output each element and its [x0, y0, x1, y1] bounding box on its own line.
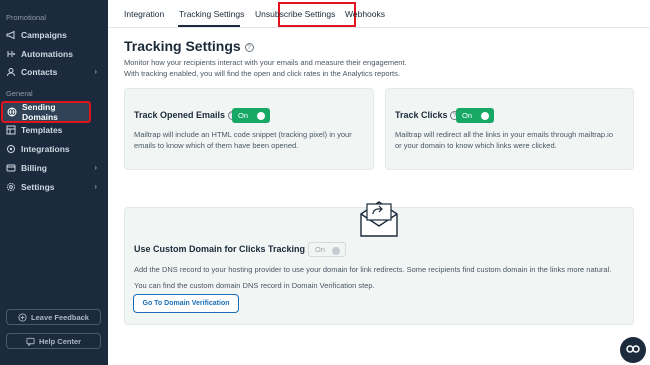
toggle-label: On [315, 245, 326, 254]
sidebar-item-contacts[interactable]: Contacts › [2, 63, 102, 81]
help-icon[interactable]: ? [244, 42, 254, 52]
track-opened-toggle[interactable]: On [232, 108, 270, 123]
sidebar-item-label: Settings [21, 182, 55, 192]
chat-icon [626, 341, 640, 359]
track-clicks-toggle[interactable]: On [456, 108, 494, 123]
custom-domain-title: Use Custom Domain for Clicks Tracking ? [134, 244, 317, 255]
custom-domain-toggle[interactable]: On [308, 242, 346, 257]
intro-text-line2: With tracking enabled, you will find the… [124, 69, 400, 78]
tab-tracking-settings[interactable]: Tracking Settings [179, 9, 244, 19]
megaphone-icon [6, 30, 16, 40]
track-clicks-title-text: Track Clicks [395, 110, 448, 120]
help-center-button[interactable]: Help Center [6, 333, 101, 349]
sidebar-item-label: Sending Domains [22, 102, 58, 122]
help-center-label: Help Center [38, 336, 82, 346]
globe-icon [7, 107, 17, 117]
sidebar-item-campaigns[interactable]: Campaigns [2, 26, 102, 44]
page-title-text: Tracking Settings [124, 38, 241, 54]
chat-bubble-icon [26, 337, 35, 346]
section-label-promotional: Promotional [6, 13, 47, 22]
tab-webhooks[interactable]: Webhooks [345, 9, 385, 19]
page-title: Tracking Settings ? [124, 38, 254, 54]
track-clicks-title: Track Clicks ? [395, 110, 460, 121]
sidebar-item-label: Integrations [21, 144, 70, 154]
sidebar-item-label: Templates [21, 125, 63, 135]
sidebar-item-label: Billing [21, 163, 47, 173]
track-opened-card: Track Opened Emails ? On Mailtrap will i… [124, 88, 374, 170]
toggle-label: On [238, 111, 249, 120]
sidebar-item-billing[interactable]: Billing › [2, 159, 102, 177]
sidebar-item-sending-domains[interactable]: Sending Domains [1, 101, 91, 123]
leave-feedback-label: Leave Feedback [31, 312, 89, 322]
contacts-icon [6, 67, 16, 77]
sidebar-item-integrations[interactable]: Integrations [2, 140, 102, 158]
track-clicks-desc-line2: or your domain to know which links were … [395, 141, 557, 150]
sidebar: Promotional Campaigns Automations Contac… [0, 0, 108, 365]
sidebar-item-label: Automations [21, 49, 73, 59]
envelope-illustration-icon [357, 198, 401, 245]
gear-icon [6, 182, 16, 192]
track-clicks-card: Track Clicks ? On Mailtrap will redirect… [385, 88, 634, 170]
track-clicks-desc-line1: Mailtrap will redirect all the links in … [395, 130, 614, 139]
sidebar-item-label: Campaigns [21, 30, 67, 40]
toggle-knob [481, 111, 489, 120]
feedback-icon [18, 312, 27, 322]
custom-domain-desc-line2: You can find the custom domain DNS recor… [134, 281, 375, 290]
tab-bar: Integration Tracking Settings Unsubscrib… [108, 0, 650, 28]
sidebar-item-automations[interactable]: Automations [2, 45, 102, 63]
templates-icon [6, 125, 16, 135]
track-opened-title: Track Opened Emails ? [134, 110, 237, 121]
chat-widget-button[interactable] [620, 337, 646, 363]
intro-text-line1: Monitor how your recipients interact wit… [124, 58, 407, 67]
track-opened-desc-line2: emails to know which of them have been o… [134, 141, 299, 150]
billing-icon [6, 163, 16, 173]
custom-domain-desc-line1: Add the DNS record to your hosting provi… [134, 265, 612, 274]
integrations-icon [6, 144, 16, 154]
sidebar-item-templates[interactable]: Templates [2, 121, 102, 139]
track-opened-title-text: Track Opened Emails [134, 110, 226, 120]
sidebar-item-settings[interactable]: Settings › [2, 178, 102, 196]
tab-integration[interactable]: Integration [124, 9, 164, 19]
toggle-label: On [462, 111, 473, 120]
tab-unsubscribe-settings[interactable]: Unsubscribe Settings [255, 9, 335, 19]
section-label-general: General [6, 89, 33, 98]
toggle-knob [257, 111, 265, 120]
chevron-right-icon: › [94, 67, 97, 76]
active-tab-underline [178, 25, 240, 27]
track-opened-desc-line1: Mailtrap will include an HTML code snipp… [134, 130, 352, 139]
chevron-right-icon: › [94, 182, 97, 191]
automation-icon [6, 49, 16, 59]
toggle-knob [332, 246, 340, 255]
leave-feedback-button[interactable]: Leave Feedback [6, 309, 101, 325]
custom-domain-title-text: Use Custom Domain for Clicks Tracking [134, 244, 306, 254]
sidebar-item-label: Contacts [21, 67, 58, 77]
chevron-right-icon: › [94, 163, 97, 172]
go-to-domain-verification-button[interactable]: Go To Domain Verification [133, 294, 239, 313]
